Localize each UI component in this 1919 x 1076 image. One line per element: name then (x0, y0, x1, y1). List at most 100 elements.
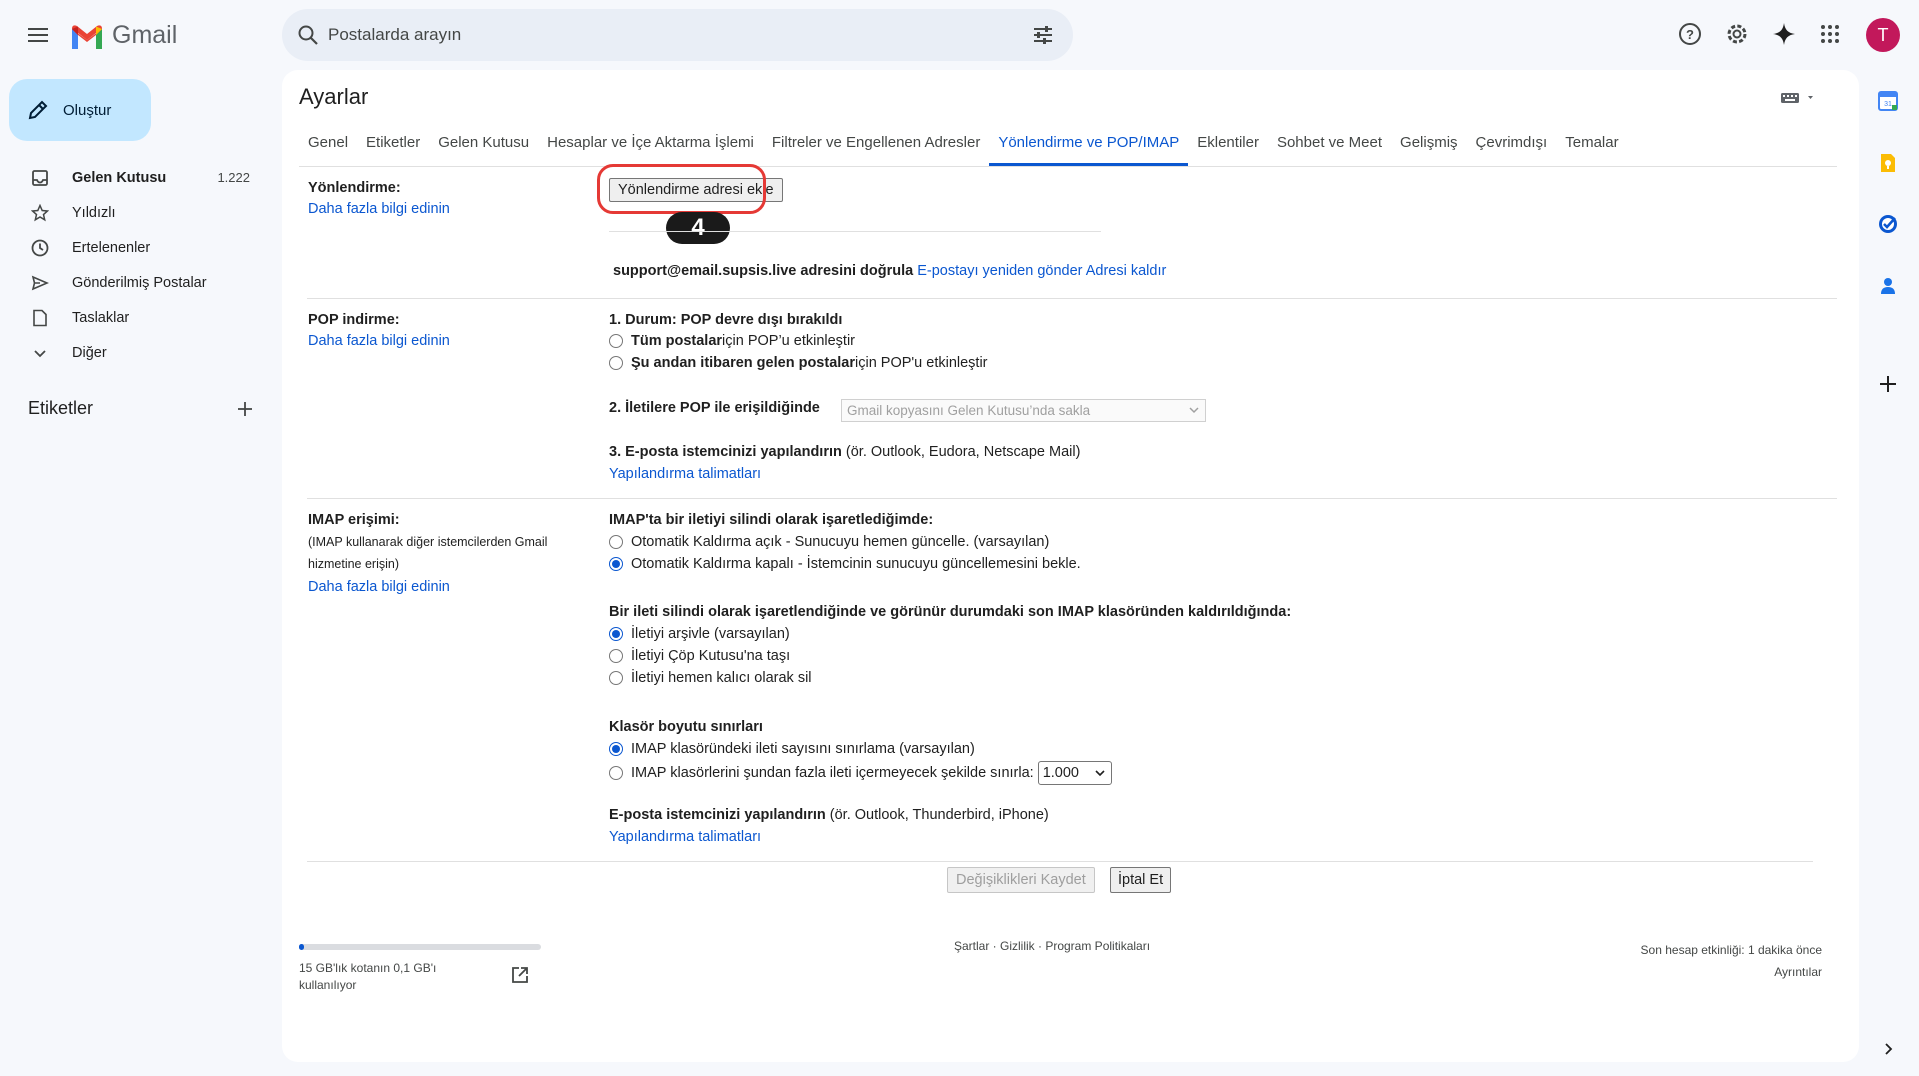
add-forwarding-address-button[interactable]: Yönlendirme adresi ekle (609, 178, 783, 202)
apps-icon[interactable] (1815, 19, 1845, 49)
gmail-logo[interactable]: Gmail (70, 21, 177, 50)
gear-icon[interactable] (1722, 19, 1752, 49)
folder-limit-option-1[interactable]: IMAP klasöründeki ileti sayısını sınırla… (609, 741, 975, 757)
pop-label: POP indirme: (308, 312, 400, 328)
gemini-icon[interactable] (1769, 19, 1799, 49)
help-icon[interactable]: ? (1675, 19, 1705, 49)
avatar-initial: T (1877, 24, 1889, 45)
radio-button[interactable] (609, 766, 623, 780)
sidebar-item-drafts[interactable]: Taslaklar (0, 300, 270, 335)
sidebar-item-snoozed[interactable]: Ertelenenler (0, 230, 270, 265)
sidebar-item-sent[interactable]: Gönderilmiş Postalar (0, 265, 270, 300)
open-external-icon[interactable] (510, 965, 530, 985)
imap-configure-label: E-posta istemcinizi yapılandırın (609, 807, 826, 823)
menu-icon[interactable] (22, 19, 54, 51)
storage-quota-bar (299, 944, 541, 950)
radio-button-selected[interactable] (609, 557, 623, 571)
forwarding-learn-more-link[interactable]: Daha fazla bilgi edinin (308, 201, 450, 217)
section-divider (307, 861, 1813, 862)
imap-deleted-heading-text: IMAP'ta bir iletiyi silindi olarak işare… (609, 512, 934, 528)
imap-instructions-link[interactable]: Yapılandırma talimatları (609, 829, 761, 845)
tab-themes[interactable]: Temalar (1556, 128, 1627, 166)
footer-links[interactable]: Şartlar · Gizlilik · Program Politikalar… (954, 939, 1150, 953)
tune-icon[interactable] (1031, 23, 1055, 47)
sidebar-item-starred[interactable]: Yıldızlı (0, 195, 270, 230)
tab-offline[interactable]: Çevrimdışı (1467, 128, 1557, 166)
pop-option-all[interactable]: Tüm postalar için POP’u etkinleştir (609, 333, 855, 349)
pop-learn-more-link[interactable]: Daha fazla bilgi edinin (308, 333, 450, 349)
contacts-icon[interactable] (1876, 274, 1900, 298)
tab-forwarding-pop-imap[interactable]: Yönlendirme ve POP/IMAP (989, 128, 1189, 166)
imap-configure-note: (ör. Outlook, Thunderbird, iPhone) (825, 807, 1049, 823)
star-icon (30, 203, 50, 223)
keyboard-icon[interactable] (1779, 88, 1819, 108)
pop-configure-note: (ör. Outlook, Eudora, Netscape Mail) (841, 444, 1081, 460)
add-icon[interactable] (1876, 372, 1900, 396)
tab-filters[interactable]: Filtreler ve Engellenen Adresler (763, 128, 989, 166)
account-activity: Son hesap etkinliği: 1 dakika önce Ayrın… (1641, 939, 1822, 983)
gmail-m-icon (72, 24, 102, 49)
remove-address-link[interactable]: Adresi kaldır (1086, 263, 1167, 279)
option-label: IMAP klasöründeki ileti sayısını sınırla… (631, 741, 975, 757)
cancel-button[interactable]: İptal Et (1110, 867, 1172, 893)
radio-button-selected[interactable] (609, 742, 623, 756)
step-badge: 4 (666, 212, 730, 244)
option-label: IMAP klasörlerini şundan fazla ileti içe… (631, 765, 1034, 781)
tab-general[interactable]: Genel (299, 128, 357, 166)
tab-chat-meet[interactable]: Sohbet ve Meet (1268, 128, 1391, 166)
tab-accounts-import[interactable]: Hesaplar ve İçe Aktarma İşlemi (538, 128, 763, 166)
sidebar-item-more[interactable]: Diğer (0, 335, 270, 370)
imap-deleted-option-2[interactable]: Otomatik Kaldırma kapalı - İstemcinin su… (609, 556, 1081, 572)
sidebar-item-label: Diğer (72, 344, 107, 361)
svg-text:31: 31 (1884, 101, 1892, 108)
imap-expunge-heading: Bir ileti silindi olarak işaretlendiğind… (609, 604, 1291, 620)
tab-advanced[interactable]: Gelişmiş (1391, 128, 1467, 166)
imap-expunge-option-3[interactable]: İletiyi hemen kalıcı olarak sil (609, 670, 812, 686)
forwarding-divider (609, 231, 1101, 232)
compose-button[interactable]: Oluştur (9, 79, 151, 141)
option-label: Otomatik Kaldırma açık - Sunucuyu hemen … (631, 534, 1050, 550)
radio-button-selected[interactable] (609, 627, 623, 641)
folder-limit-value: 1.000 (1042, 765, 1079, 781)
radio-button[interactable] (609, 671, 623, 685)
resend-email-link[interactable]: E-postayı yeniden gönder (917, 263, 1082, 279)
search-input[interactable] (328, 9, 978, 61)
folder-limit-heading: Klasör boyutu sınırları (609, 719, 763, 735)
sidebar-item-label: Gelen Kutusu (72, 169, 167, 186)
imap-deleted-option-1[interactable]: Otomatik Kaldırma açık - Sunucuyu hemen … (609, 534, 1049, 550)
option-label: Otomatik Kaldırma kapalı - İstemcinin su… (631, 556, 1081, 572)
add-label-icon[interactable] (234, 398, 256, 420)
radio-button[interactable] (609, 356, 623, 370)
imap-learn-more-link[interactable]: Daha fazla bilgi edinin (308, 579, 450, 595)
details-link[interactable]: Ayrıntılar (1641, 961, 1822, 983)
option-label: İletiyi Çöp Kutusu'na taşı (631, 648, 791, 664)
tab-inbox[interactable]: Gelen Kutusu (429, 128, 538, 166)
pop-option-from-now-bold: Şu andan itibaren gelen postalar (631, 355, 855, 371)
imap-configure-row: E-posta istemcinizi yapılandırın (ör. Ou… (609, 807, 1049, 823)
sidebar-item-inbox[interactable]: Gelen Kutusu 1.222 (0, 160, 270, 195)
imap-expunge-option-1[interactable]: İletiyi arşivle (varsayılan) (609, 626, 790, 642)
radio-button[interactable] (609, 334, 623, 348)
pop-status-prefix: 1. Durum: (609, 312, 681, 328)
folder-limit-select[interactable]: 1.000 (1037, 761, 1112, 785)
avatar[interactable]: T (1866, 18, 1900, 52)
radio-button[interactable] (609, 649, 623, 663)
pop-instructions-link[interactable]: Yapılandırma talimatları (609, 466, 761, 482)
folder-limit-option-2[interactable]: IMAP klasörlerini şundan fazla ileti içe… (609, 761, 1112, 785)
chevron-down-icon (30, 343, 50, 363)
save-changes-button[interactable]: Değişiklikleri Kaydet (947, 867, 1095, 893)
chevron-right-icon[interactable] (1876, 1037, 1900, 1061)
sidebar-item-label: Gönderilmiş Postalar (72, 274, 207, 291)
tasks-icon[interactable] (1876, 212, 1900, 236)
sidebar-item-label: Yıldızlı (72, 204, 116, 221)
search-icon[interactable] (296, 23, 320, 47)
imap-note: (IMAP kullanarak diğer istemcilerden Gma… (308, 535, 548, 571)
radio-button[interactable] (609, 535, 623, 549)
tab-labels[interactable]: Etiketler (357, 128, 429, 166)
unread-count: 1.222 (217, 170, 250, 185)
tab-addons[interactable]: Eklentiler (1188, 128, 1268, 166)
calendar-icon[interactable]: 31 (1876, 89, 1900, 113)
keep-icon[interactable] (1876, 151, 1900, 175)
pop-option-from-now[interactable]: Şu andan itibaren gelen postalar için PO… (609, 355, 988, 371)
imap-expunge-option-2[interactable]: İletiyi Çöp Kutusu'na taşı (609, 648, 790, 664)
